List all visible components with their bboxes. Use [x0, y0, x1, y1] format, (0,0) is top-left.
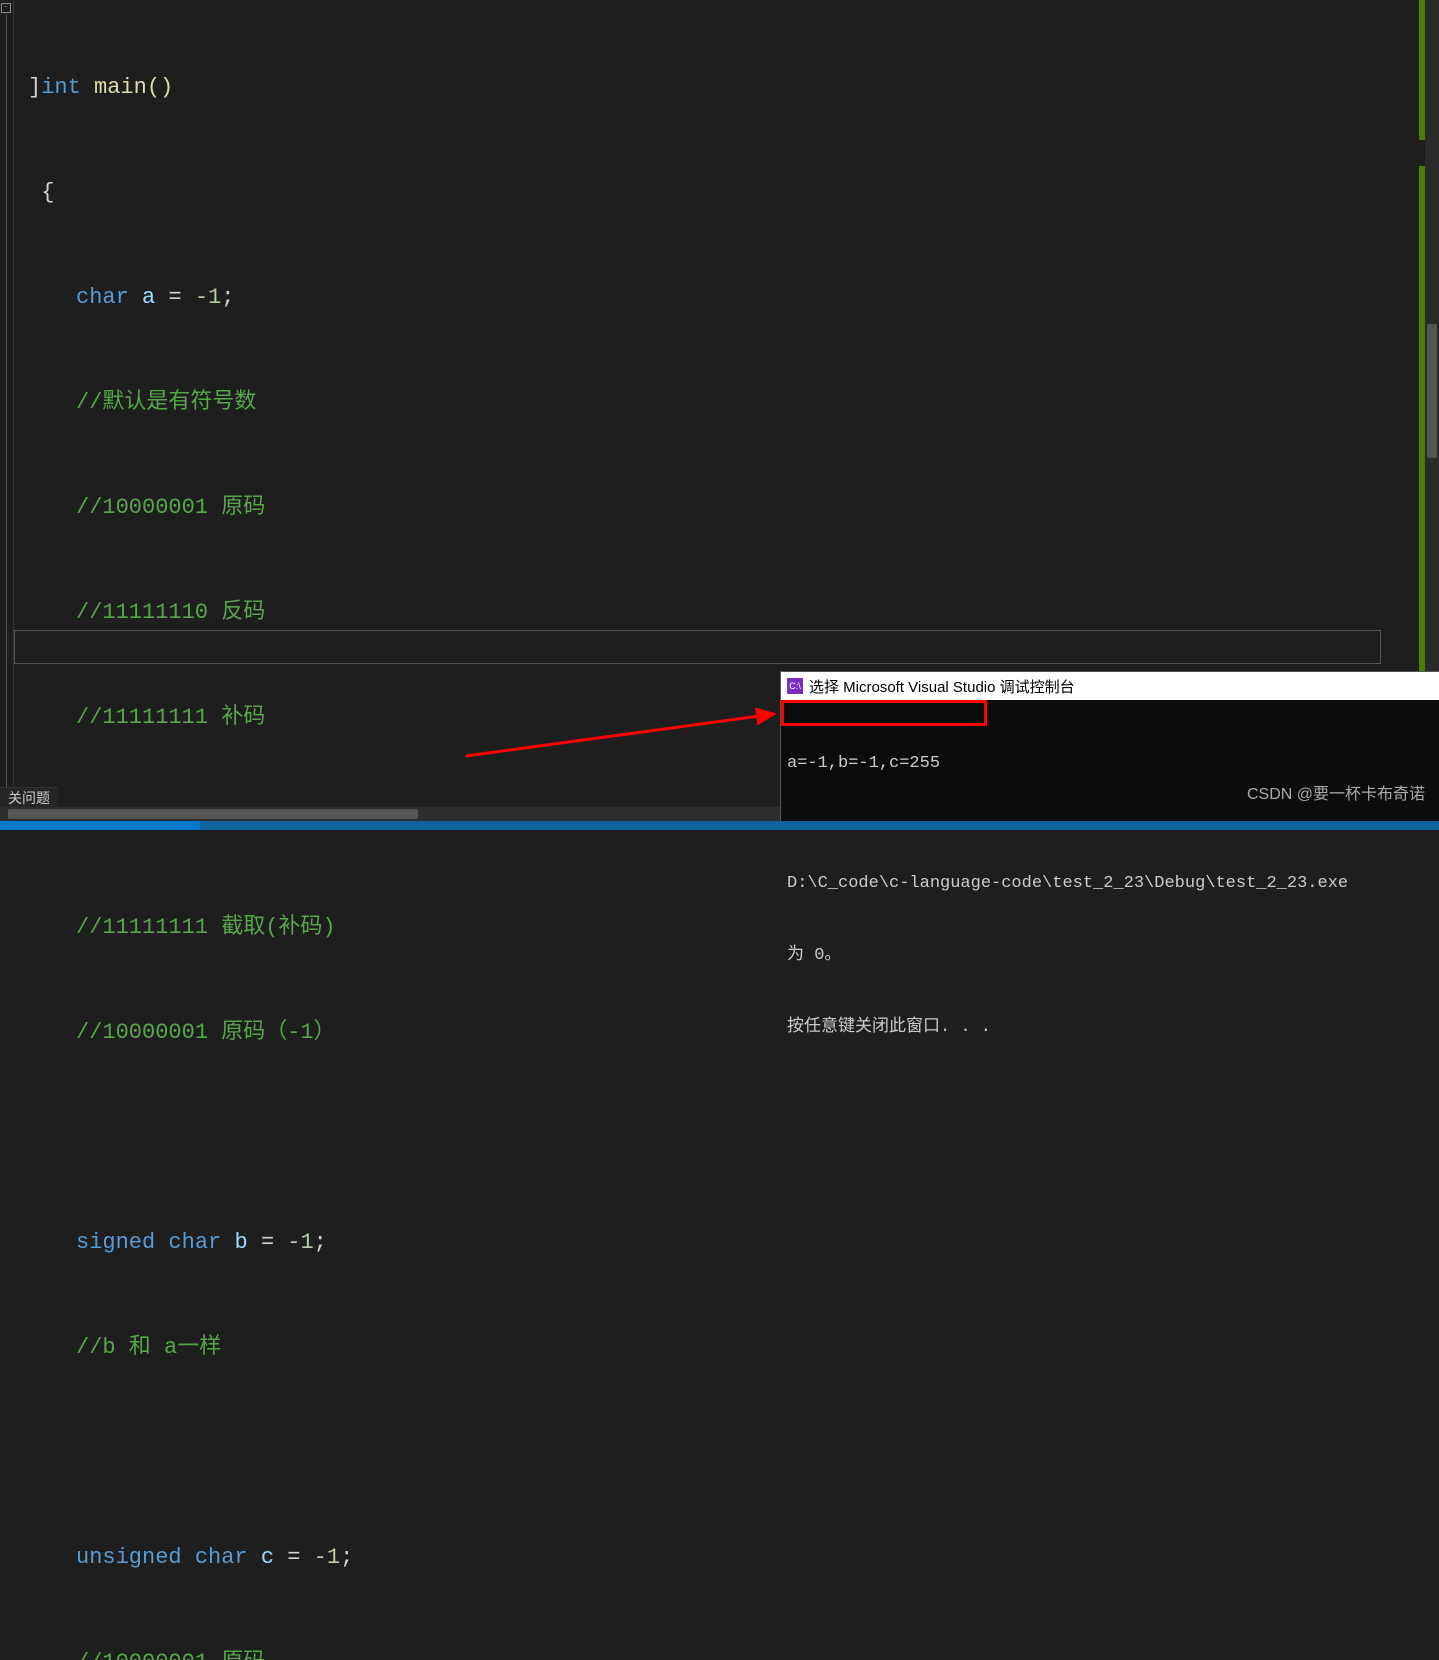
console-titlebar[interactable]: C:\ 选择 Microsoft Visual Studio 调试控制台	[781, 672, 1439, 700]
code-line-12: signed char b = -1;	[18, 1225, 1439, 1260]
code-line-3: char a = -1;	[18, 280, 1439, 315]
code-line-15: unsigned char c = -1;	[18, 1540, 1439, 1575]
horizontal-scroll-thumb[interactable]	[8, 809, 418, 819]
code-line-13: //b 和 a一样	[18, 1330, 1439, 1365]
code-line-6: //11111110 反码	[18, 595, 1439, 630]
watermark-text: CSDN @要一杯卡布奇诺	[1247, 780, 1425, 804]
code-line-16: //10000001 原码	[18, 1645, 1439, 1660]
console-line: D:\C_code\c-language-code\test_2_23\Debu…	[787, 872, 1433, 896]
code-line-11	[18, 1120, 1439, 1155]
console-line: 为 0。	[787, 944, 1433, 968]
console-line: 按任意键关闭此窗口. . .	[787, 1016, 1433, 1040]
status-bar-segment	[0, 821, 200, 830]
console-line: a=-1,b=-1,c=255	[787, 752, 1433, 776]
console-output: a=-1,b=-1,c=255 D:\C_code\c-language-cod…	[781, 700, 1439, 1092]
code-line-4: //默认是有符号数	[18, 385, 1439, 420]
console-icon: C:\	[787, 678, 803, 694]
issues-panel-tab[interactable]: 关问题	[0, 787, 58, 807]
code-line-1: ]int main()	[18, 70, 1439, 105]
vertical-scroll-thumb[interactable]	[1427, 324, 1437, 458]
code-line-2: {	[18, 175, 1439, 210]
console-title: 选择 Microsoft Visual Studio 调试控制台	[809, 676, 1075, 697]
code-line-5: //10000001 原码	[18, 490, 1439, 525]
code-line-14	[18, 1435, 1439, 1470]
